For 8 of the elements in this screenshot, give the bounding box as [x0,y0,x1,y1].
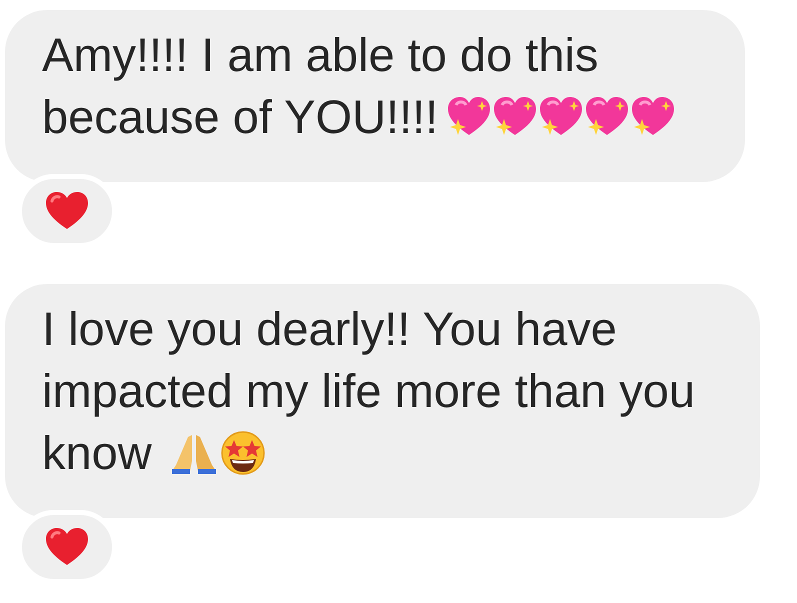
heart-icon [44,191,90,231]
star-struck-icon [220,430,266,476]
heart-icon [44,527,90,567]
message-text: I love you dearly!! You have [42,301,617,357]
message-text: impacted my life more than you [42,363,696,419]
message-text: because of YOU!!!! [42,89,438,145]
message-text: know [42,425,152,481]
message-text: Amy!!!! I am able to do this [42,27,598,83]
